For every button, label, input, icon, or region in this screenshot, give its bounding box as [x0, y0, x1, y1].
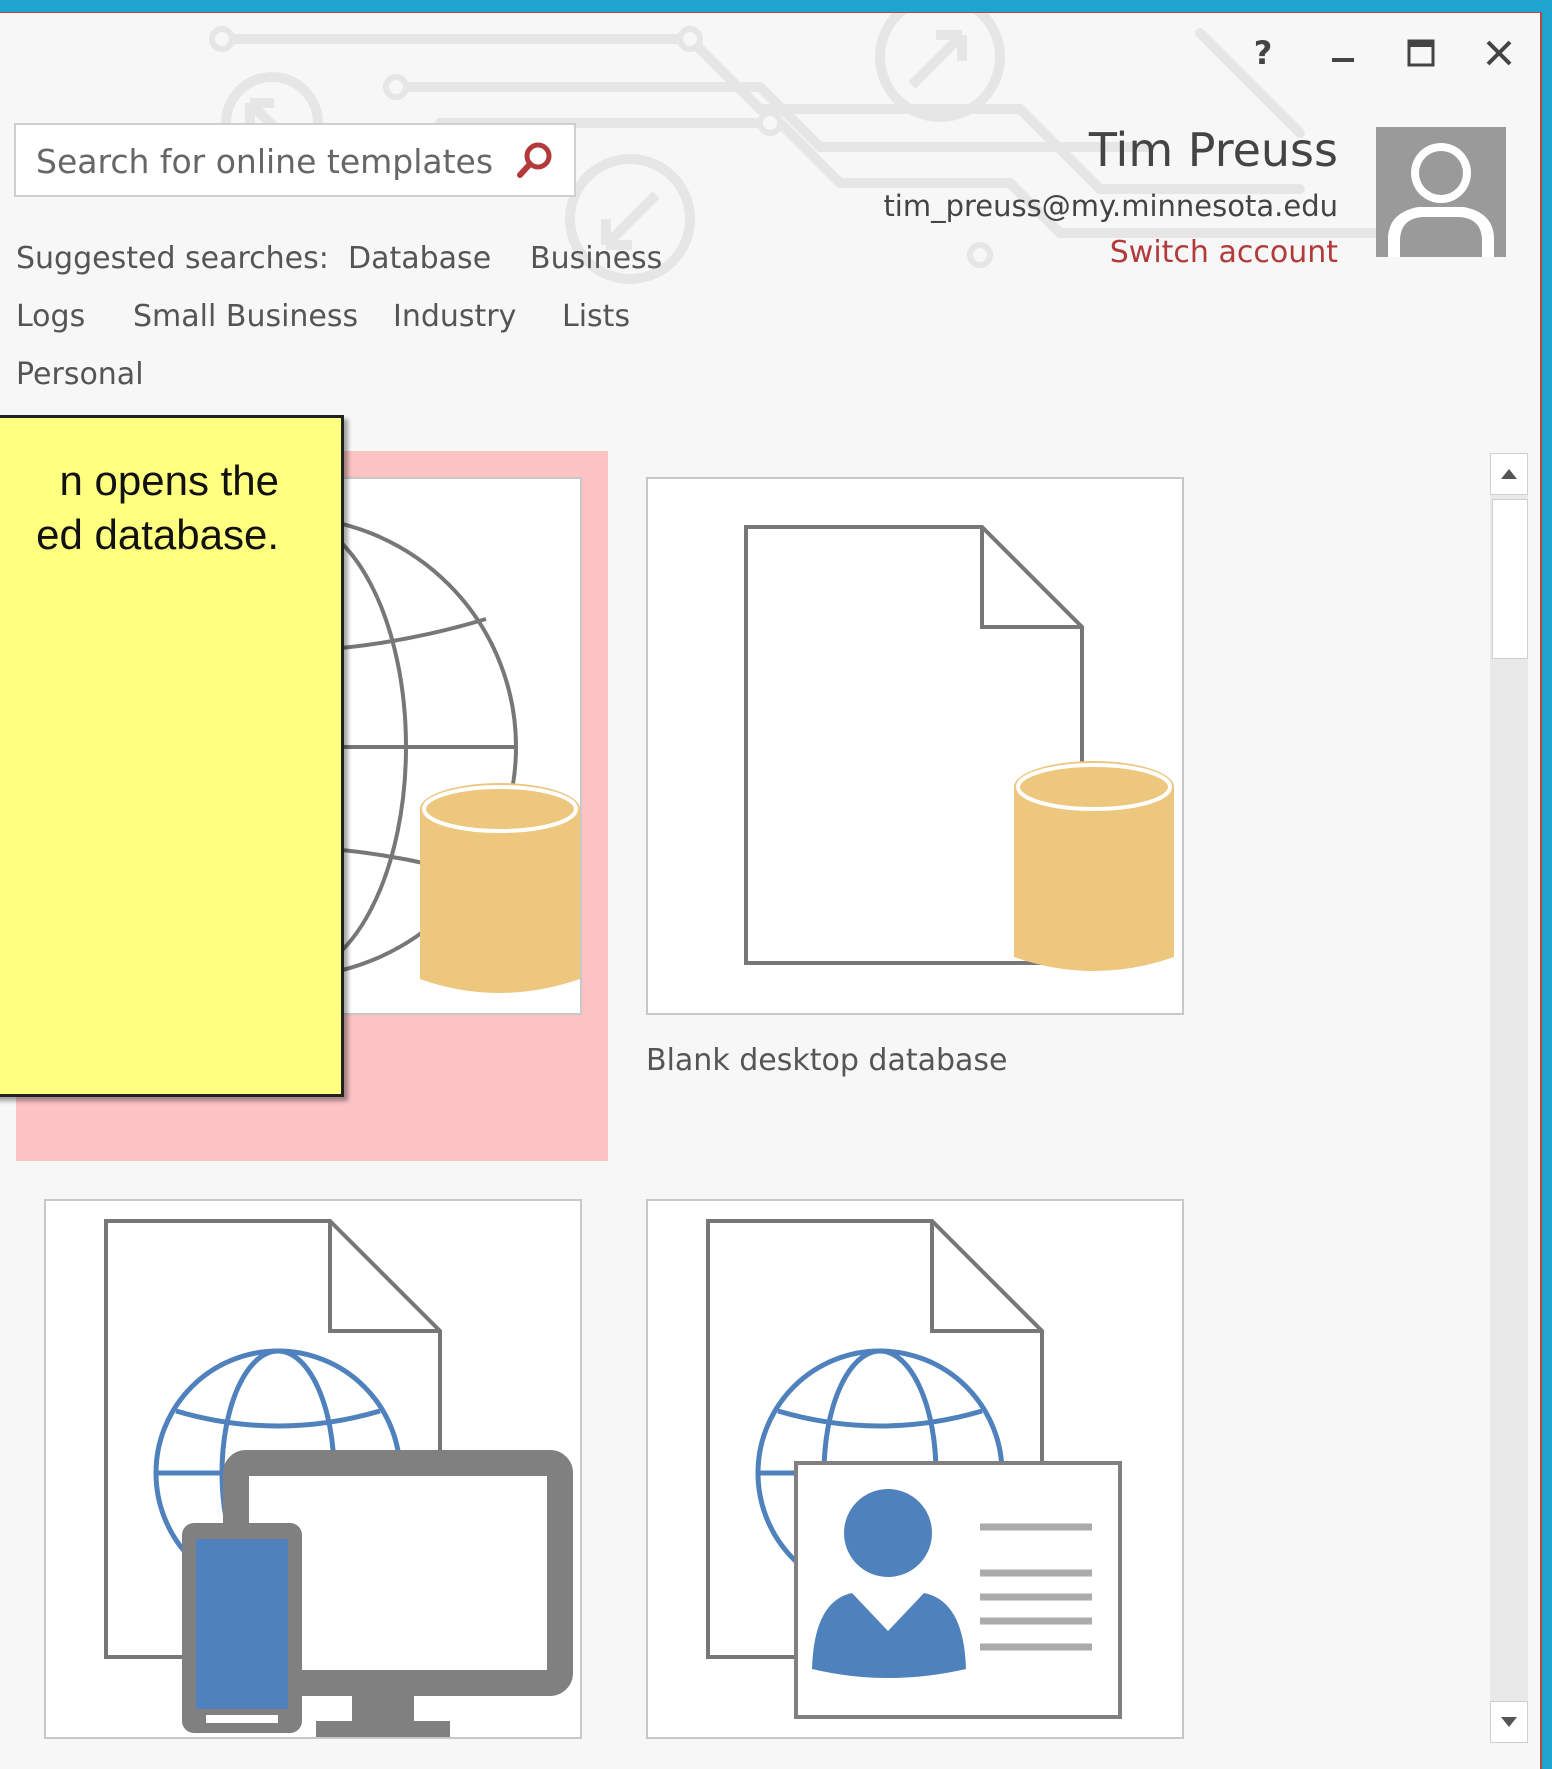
template-tile-blank-desktop-database[interactable] [646, 477, 1184, 1015]
minimize-button[interactable] [1316, 33, 1370, 73]
annotation-callout: n opens the ed database. [0, 415, 344, 1097]
suggested-searches-label: Suggested searches: [16, 241, 329, 276]
chevron-down-icon [1501, 1717, 1517, 1727]
close-icon [1486, 40, 1512, 66]
search-input[interactable] [34, 137, 518, 185]
avatar[interactable] [1376, 127, 1506, 257]
close-button[interactable] [1472, 33, 1526, 73]
template-search-box[interactable] [14, 123, 576, 197]
vertical-scrollbar[interactable] [1490, 453, 1528, 1743]
minimize-icon [1332, 58, 1354, 62]
person-icon [1388, 143, 1494, 257]
blank-document-database-icon [744, 525, 1174, 971]
scroll-thumb[interactable] [1492, 499, 1528, 659]
account-name: Tim Preuss [1088, 123, 1338, 177]
template-tile-web-app[interactable] [44, 1199, 582, 1739]
suggested-search-logs[interactable]: Logs [16, 299, 85, 334]
callout-text: n opens the ed database. [0, 454, 279, 562]
template-label-blank-desktop-database: Blank desktop database [646, 1043, 1008, 1078]
web-app-devices-icon [104, 1219, 573, 1737]
access-start-window: ? Suggested searches: Database Business … [0, 12, 1542, 1769]
suggested-search-small-business[interactable]: Small Business [133, 299, 358, 334]
web-contacts-icon [706, 1219, 1122, 1719]
chevron-up-icon [1501, 469, 1517, 479]
help-button[interactable]: ? [1236, 33, 1290, 73]
suggested-search-industry[interactable]: Industry [393, 299, 516, 334]
template-tile-contacts[interactable] [646, 1199, 1184, 1739]
callout-line-1: n opens the [59, 457, 279, 504]
maximize-icon [1407, 39, 1435, 67]
suggested-search-business[interactable]: Business [530, 241, 662, 276]
suggested-search-lists[interactable]: Lists [562, 299, 630, 334]
suggested-search-personal[interactable]: Personal [16, 357, 144, 392]
scroll-down-button[interactable] [1490, 1701, 1528, 1743]
callout-line-2: ed database. [36, 511, 279, 558]
search-icon[interactable] [514, 139, 556, 185]
scroll-up-button[interactable] [1490, 453, 1528, 495]
maximize-button[interactable] [1394, 33, 1448, 73]
account-email: tim_preuss@my.minnesota.edu [883, 189, 1338, 223]
suggested-search-database[interactable]: Database [348, 241, 491, 276]
switch-account-link[interactable]: Switch account [1110, 235, 1338, 270]
